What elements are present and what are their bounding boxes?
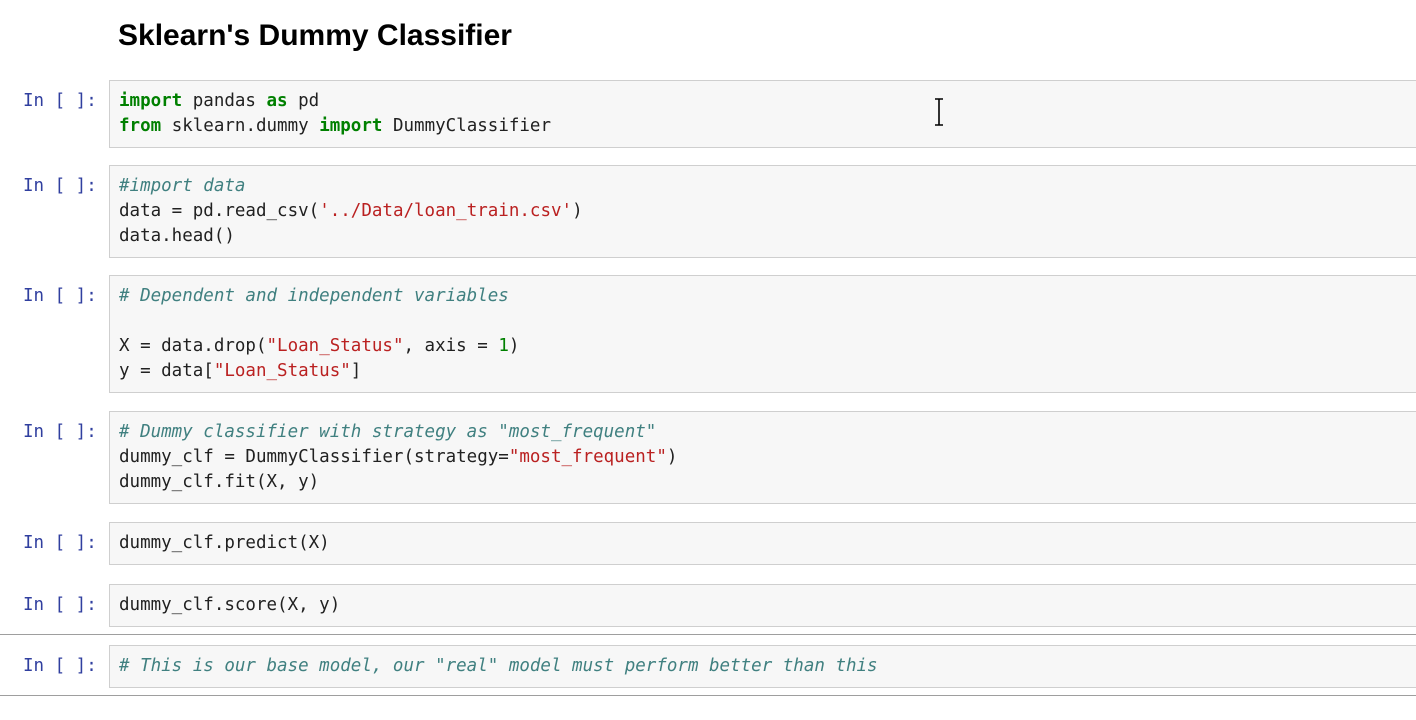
- cell-prompt: In [ ]:: [23, 656, 97, 676]
- code-line: # Dependent and independent variables: [119, 284, 1416, 309]
- code-line: data.head(): [119, 224, 1416, 249]
- cell-prompt: In [ ]:: [23, 595, 97, 615]
- code-token: import: [119, 91, 183, 111]
- code-line: dummy_clf.fit(X, y): [119, 470, 1416, 495]
- code-token: X = data.drop(: [119, 336, 267, 356]
- code-token: # Dependent and independent variables: [119, 286, 509, 306]
- code-line: # This is our base model, our "real" mod…: [119, 654, 1416, 679]
- code-token: from: [119, 116, 162, 136]
- code-line: X = data.drop("Loan_Status", axis = 1): [119, 334, 1416, 359]
- code-token: # This is our base model, our "real" mod…: [119, 656, 878, 676]
- code-token: data.head(): [119, 226, 235, 246]
- code-token: # Dummy classifier with strategy as "mos…: [119, 422, 657, 442]
- code-token: pandas: [182, 91, 267, 111]
- code-token: data = pd.read_csv(: [119, 201, 320, 221]
- code-token: as: [266, 91, 288, 111]
- cell-prompt: In [ ]:: [23, 286, 97, 306]
- code-token: ): [666, 447, 678, 467]
- code-token: , axis =: [403, 336, 499, 356]
- code-token: ): [508, 336, 520, 356]
- code-line: dummy_clf.score(X, y): [119, 593, 1416, 618]
- code-token: '../Data/loan_train.csv': [319, 201, 573, 221]
- cell-prompt: In [ ]:: [23, 422, 97, 442]
- code-line: dummy_clf = DummyClassifier(strategy="mo…: [119, 445, 1416, 470]
- notebook-title: Sklearn's Dummy Classifier: [118, 19, 512, 52]
- code-token: y = data[: [119, 361, 214, 381]
- code-token: pd: [287, 91, 320, 111]
- code-line: data = pd.read_csv('../Data/loan_train.c…: [119, 199, 1416, 224]
- selected-cell-bottom-border: [0, 695, 1416, 696]
- code-token: dummy_clf.score(X, y): [119, 595, 341, 615]
- code-line: # Dummy classifier with strategy as "mos…: [119, 420, 1416, 445]
- selected-cell-top-border: [0, 634, 1416, 635]
- code-cell-input[interactable]: # Dummy classifier with strategy as "mos…: [109, 411, 1416, 504]
- code-cell-input[interactable]: # This is our base model, our "real" mod…: [109, 645, 1416, 688]
- text-cursor-icon: [935, 98, 943, 126]
- code-token: "Loan_Status": [266, 336, 404, 356]
- code-token: dummy_clf = DummyClassifier(strategy=: [119, 447, 509, 467]
- code-line: #import data: [119, 174, 1416, 199]
- code-token: "Loan_Status": [213, 361, 351, 381]
- code-token: "most_frequent": [508, 447, 667, 467]
- code-cell-input[interactable]: #import data data = pd.read_csv('../Data/…: [109, 165, 1416, 258]
- code-token: ]: [350, 361, 362, 381]
- code-cell-input[interactable]: dummy_clf.predict(X): [109, 522, 1416, 565]
- code-cell-input[interactable]: # Dependent and independent variables X =…: [109, 275, 1416, 393]
- code-cell-input[interactable]: dummy_clf.score(X, y): [109, 584, 1416, 627]
- code-line: import pandas as pd: [119, 89, 1416, 114]
- cell-prompt: In [ ]:: [23, 176, 97, 196]
- code-token: ): [572, 201, 583, 221]
- code-token: dummy_clf.fit(X, y): [119, 472, 320, 492]
- code-token: 1: [498, 336, 509, 356]
- code-line: y = data["Loan_Status"]: [119, 359, 1416, 384]
- code-cell-input[interactable]: import pandas as pd from sklearn.dummy im…: [109, 80, 1416, 148]
- cell-prompt: In [ ]:: [23, 91, 97, 111]
- code-token: #import data: [119, 176, 246, 196]
- code-line: from sklearn.dummy import DummyClassifie…: [119, 114, 1416, 139]
- code-token: sklearn.dummy: [161, 116, 320, 136]
- code-line: dummy_clf.predict(X): [119, 531, 1416, 556]
- code-token: dummy_clf.predict(X): [119, 533, 330, 553]
- cell-prompt: In [ ]:: [23, 533, 97, 553]
- code-token: DummyClassifier: [382, 116, 551, 136]
- code-token: import: [319, 116, 383, 136]
